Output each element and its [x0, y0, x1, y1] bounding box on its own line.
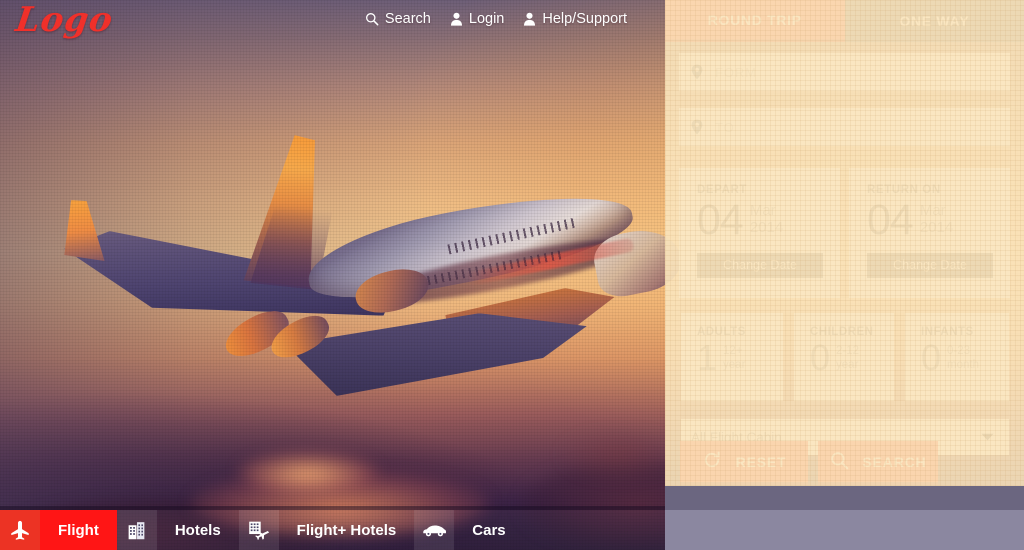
top-navigation: Search Login Help/Support [365, 11, 627, 27]
building-icon [116, 510, 157, 550]
bottomnav-item-hotels[interactable]: Hotels [116, 510, 239, 550]
topnav-item-search[interactable]: Search [365, 11, 431, 27]
topnav-label-login: Login [468, 11, 505, 27]
bottomnav-label-flight: Flight [40, 510, 117, 550]
topnav-item-help-support[interactable]: Help/Support [523, 11, 627, 27]
hotel-plane-icon [238, 510, 279, 550]
bottomnav-label-cars: Cars [454, 510, 523, 550]
bottomnav-item-cars[interactable]: Cars [414, 510, 523, 550]
bottomnav-label-flight-hotels: Flight+ Hotels [279, 510, 415, 550]
search-icon [365, 12, 379, 26]
bottomnav-label-hotels: Hotels [157, 510, 239, 550]
cloud-shape [560, 430, 680, 480]
site-logo[interactable]: Logo [13, 0, 116, 40]
airplane-icon [0, 510, 40, 550]
bottom-navigation: Flight Hotels Flight+ Hotels Cars [0, 510, 665, 550]
site-header: Logo Search Login Help/Support [0, 0, 665, 42]
booking-panel-background [665, 0, 1024, 486]
bottomnav-item-flight[interactable]: Flight [0, 510, 117, 550]
booking-panel [665, 0, 1024, 550]
car-icon [414, 510, 455, 550]
user-icon [450, 12, 463, 26]
bottom-nav-filler [524, 510, 665, 550]
topnav-label-help-support: Help/Support [542, 11, 627, 27]
topnav-item-login[interactable]: Login [450, 11, 504, 27]
user-icon [523, 12, 536, 26]
flight-booking-page: Logo Search Login Help/Support Flight Ho… [0, 0, 1024, 550]
airplane-illustration [55, 135, 687, 375]
bottomnav-item-flight-hotels[interactable]: Flight+ Hotels [238, 510, 415, 550]
bottom-nav-right-panel [665, 510, 1024, 550]
topnav-label-search: Search [384, 11, 431, 27]
